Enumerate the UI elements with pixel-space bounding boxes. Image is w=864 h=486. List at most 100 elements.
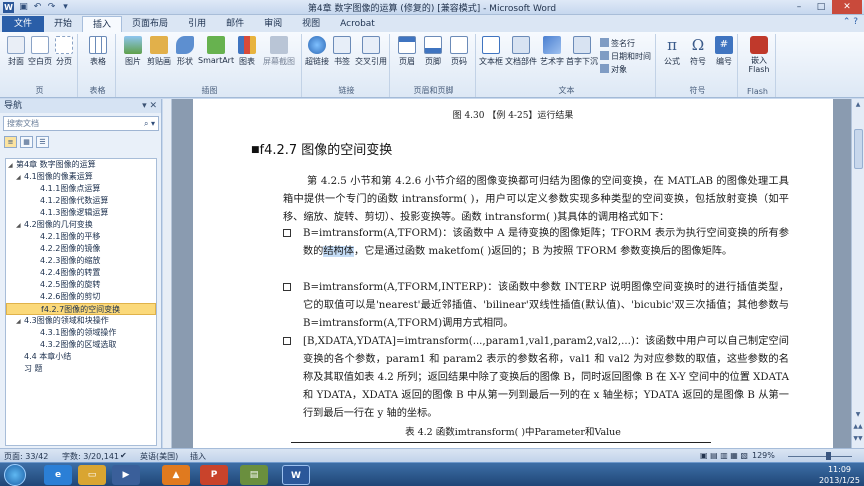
tab-acrobat[interactable]: Acrobat	[330, 16, 385, 32]
nav-heading-item[interactable]: 4.2.6图像的剪切	[6, 291, 156, 303]
nav-heading-item[interactable]: 4.2.3图像的缩放	[6, 255, 156, 267]
status-words[interactable]: 字数: 3/20,141	[62, 451, 119, 462]
nav-heading-item[interactable]: 4.3.2图像的区域选取	[6, 339, 156, 351]
tree-toggle-icon[interactable]: ◢	[16, 316, 24, 328]
table-button[interactable]: 表格	[85, 36, 111, 67]
status-language[interactable]: 英语(美国)	[140, 451, 178, 462]
ie-taskbar-icon[interactable]: e	[44, 465, 72, 485]
equation-button[interactable]: π 公式	[660, 36, 684, 67]
blank-page-button[interactable]: 空白页	[28, 36, 52, 67]
intro-paragraph: 第 4.2.5 小节和第 4.2.6 小节介绍的图像变换都可归结为图像的空间变换…	[283, 176, 789, 223]
shapes-button[interactable]: 形状	[172, 36, 198, 67]
tab-review[interactable]: 审阅	[254, 16, 292, 32]
nav-heading-item[interactable]: 4.2.1图像的平移	[6, 231, 156, 243]
zoom-knob[interactable]	[825, 452, 831, 460]
nav-heading-item[interactable]: 4.4 本章小结	[6, 351, 156, 363]
tab-page-layout[interactable]: 页面布局	[122, 16, 178, 32]
explorer-taskbar-icon[interactable]: ▭	[78, 465, 106, 485]
nav-close-icon[interactable]: ▾ ✕	[142, 101, 157, 111]
search-icon[interactable]: ⌕ ▾	[144, 117, 155, 130]
header-button[interactable]: 页眉	[394, 36, 420, 67]
omega-icon: Ω	[691, 36, 705, 54]
signature-line-button[interactable]: 签名行	[600, 38, 635, 49]
page-break-button[interactable]: 分页	[52, 36, 76, 67]
headings-view-icon[interactable]: ≡	[4, 136, 17, 148]
nav-heading-item[interactable]: 4.3.1图像的领域操作	[6, 327, 156, 339]
quick-parts-button[interactable]: 文档部件	[504, 36, 538, 67]
smartart-button[interactable]: SmartArt	[198, 36, 234, 65]
document-page[interactable]: 图 4.30 【例 4-25】运行结果 ■f4.2.7 图像的空间变换 第 4.…	[193, 99, 833, 448]
app-taskbar-icon[interactable]: ▤	[240, 465, 268, 485]
media-taskbar-icon[interactable]: ▶	[112, 465, 140, 485]
date-time-button[interactable]: 日期和时间	[600, 51, 651, 62]
clipart-button[interactable]: 剪贴画	[146, 36, 172, 67]
nav-heading-item[interactable]: 4.1.1图像点运算	[6, 183, 156, 195]
bookmark-button[interactable]: 书签	[330, 36, 354, 67]
group-text: 文本框 文档部件 艺术字 首字下沉 签名行 日期和时间 对象 文本	[478, 34, 656, 97]
tab-home[interactable]: 开始	[44, 16, 82, 32]
symbol-button[interactable]: Ω 符号	[686, 36, 710, 67]
next-page-icon[interactable]: ▼▼	[852, 435, 864, 442]
cover-page-button[interactable]: 封面	[4, 36, 28, 67]
nav-heading-item[interactable]: ◢ 4.2图像的几何变换	[6, 219, 156, 231]
results-view-icon[interactable]: ☰	[36, 136, 49, 148]
pages-view-icon[interactable]: ▦	[20, 136, 33, 148]
nav-heading-item[interactable]: 4.2.5图像的旋转	[6, 279, 156, 291]
maximize-button[interactable]: □	[810, 0, 832, 14]
nav-title: 导航	[0, 99, 161, 113]
zoom-slider[interactable]	[780, 452, 860, 460]
prev-page-icon[interactable]: ▲▲	[852, 423, 864, 430]
nav-heading-item[interactable]: ◢ 4.1图像的像素运算	[6, 171, 156, 183]
scroll-up-icon[interactable]: ▲	[852, 101, 864, 108]
start-button[interactable]	[4, 464, 26, 486]
nav-heading-item[interactable]: 4.2.2图像的镜像	[6, 243, 156, 255]
group-label-illustrations: 插图	[201, 86, 218, 95]
tree-toggle-icon[interactable]: ◢	[8, 160, 16, 172]
page-number-button[interactable]: 页码	[446, 36, 472, 67]
object-button[interactable]: 对象	[600, 64, 627, 75]
view-mode-icons[interactable]: ▣ ▤ ▥ ▦ ▧	[700, 451, 748, 460]
close-button[interactable]: ✕	[832, 0, 862, 14]
checkbox-bullet-icon	[283, 337, 291, 345]
tree-toggle-icon[interactable]: ◢	[16, 220, 24, 232]
footer-button[interactable]: 页脚	[420, 36, 446, 67]
nav-search-input[interactable]: 搜索文档 ⌕ ▾	[3, 116, 159, 131]
hyperlink-button[interactable]: 超链接	[304, 36, 330, 67]
scroll-thumb[interactable]	[854, 129, 863, 169]
screenshot-button[interactable]: 屏幕截图	[260, 36, 298, 67]
selected-text[interactable]: 结构体	[323, 246, 354, 257]
picture-button[interactable]: 图片	[120, 36, 146, 67]
spellcheck-icon[interactable]: ✔	[120, 451, 127, 460]
nav-heading-item[interactable]: 4.1.3图像逻辑运算	[6, 207, 156, 219]
textbox-button[interactable]: 文本框	[478, 36, 504, 67]
tab-file[interactable]: 文件	[2, 16, 45, 32]
nav-heading-item[interactable]: 4.2.4图像的转置	[6, 267, 156, 279]
drop-cap-button[interactable]: 首字下沉	[566, 36, 598, 67]
minimize-button[interactable]: –	[788, 0, 810, 14]
powerpoint-taskbar-icon[interactable]: P	[200, 465, 228, 485]
vertical-scrollbar[interactable]: ▲ ▼ ▲▲ ▼▼	[851, 99, 864, 448]
word-taskbar-icon[interactable]: W	[282, 465, 310, 485]
chart-button[interactable]: 图表	[234, 36, 260, 67]
scroll-down-icon[interactable]: ▼	[852, 411, 864, 418]
matlab-taskbar-icon[interactable]: ▲	[162, 465, 190, 485]
numbering-button[interactable]: # 编号	[712, 36, 736, 67]
tab-mailings[interactable]: 邮件	[216, 16, 254, 32]
tree-toggle-icon[interactable]: ◢	[16, 172, 24, 184]
help-icon[interactable]: ⌃ ?	[843, 17, 858, 27]
tab-view[interactable]: 视图	[292, 16, 330, 32]
system-clock[interactable]: 11:09 2013/1/25	[819, 464, 860, 486]
status-page[interactable]: 页面: 33/42	[4, 451, 48, 462]
nav-heading-item[interactable]: f4.2.7图像的空间变换	[6, 303, 156, 315]
tab-insert[interactable]: 插入	[82, 16, 123, 32]
nav-heading-item[interactable]: 4.1.2图像代数运算	[6, 195, 156, 207]
cross-reference-button[interactable]: 交叉引用	[354, 36, 388, 67]
tab-references[interactable]: 引用	[178, 16, 216, 32]
nav-heading-item[interactable]: ◢ 4.3图像的领域和块操作	[6, 315, 156, 327]
zoom-level[interactable]: 129%	[752, 451, 775, 460]
nav-heading-item[interactable]: ◢ 第4章 数字图像的运算	[6, 159, 156, 171]
embed-flash-button[interactable]: 嵌入 Flash	[744, 36, 774, 74]
wordart-button[interactable]: 艺术字	[538, 36, 566, 67]
status-mode[interactable]: 插入	[190, 451, 206, 462]
nav-heading-item[interactable]: 习 题	[6, 363, 156, 375]
